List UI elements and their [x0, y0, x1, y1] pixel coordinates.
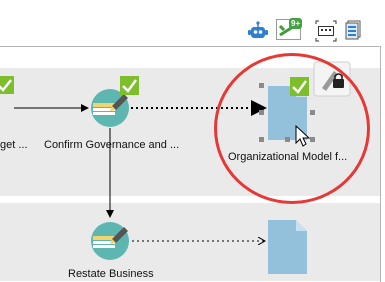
highlight-ring: [214, 53, 370, 204]
org-model-label: Organizational Model f...: [228, 151, 348, 163]
budget-task-check-icon: [0, 76, 14, 94]
restate-document-icon[interactable]: [268, 220, 307, 274]
confirm-governance-check-icon: [120, 76, 139, 95]
budget-task-label: get ...: [0, 139, 28, 151]
confirm-governance-label: Confirm Governance and ...: [44, 139, 180, 151]
restate-business-label: Restate Business: [68, 268, 154, 280]
restate-business-task-icon[interactable]: [91, 222, 129, 260]
